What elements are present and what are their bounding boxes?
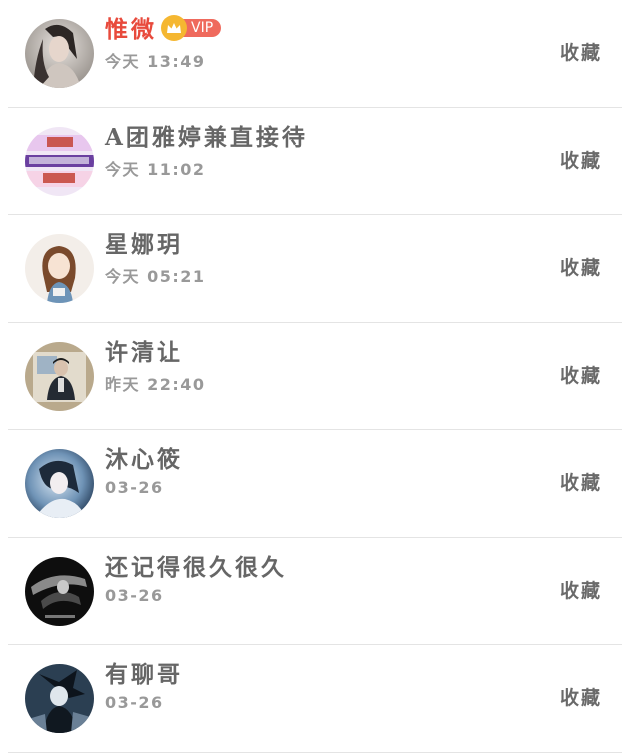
favorite-button[interactable]: 收藏	[560, 683, 602, 710]
contact-name: 许清让	[105, 338, 183, 366]
avatar[interactable]	[25, 341, 94, 411]
favorite-button[interactable]: 收藏	[560, 253, 602, 280]
avatar[interactable]	[25, 126, 94, 196]
avatar[interactable]	[25, 449, 94, 518]
message-time: 今天 05:21	[105, 267, 206, 286]
dreamy-girl-avatar	[25, 449, 94, 518]
favorite-button[interactable]: 收藏	[560, 576, 602, 603]
list-item[interactable]: 还记得很久很久 03-26 收藏	[8, 538, 622, 645]
list-item[interactable]: A团雅婷兼直接待 今天 11:02 收藏	[8, 108, 622, 215]
favorite-button[interactable]: 收藏	[560, 38, 602, 65]
avatar[interactable]	[25, 234, 94, 303]
contact-name: A团雅婷兼直接待	[105, 123, 308, 151]
message-time: 03-26	[105, 585, 164, 605]
message-time: 昨天 22:40	[105, 374, 206, 394]
favorite-button[interactable]: 收藏	[560, 361, 602, 388]
vip-badge: VIP	[161, 15, 222, 41]
list-item[interactable]: 沐心筱 03-26 收藏	[8, 430, 622, 538]
contact-name: 有聊哥	[105, 661, 183, 688]
woman-portrait-avatar	[25, 19, 94, 88]
recruitment-ad-avatar	[25, 126, 94, 196]
man-in-suit-avatar	[25, 341, 94, 411]
message-time: 03-26	[105, 693, 164, 712]
message-time: 03-26	[105, 478, 164, 497]
favorite-button[interactable]: 收藏	[560, 468, 602, 495]
list-item[interactable]: 星娜玥 今天 05:21 收藏	[8, 215, 622, 323]
anime-character-avatar	[25, 664, 94, 733]
contact-name: 沐心筱	[105, 446, 183, 473]
avatar[interactable]	[25, 19, 94, 88]
anime-girl-avatar	[25, 234, 94, 303]
contact-list: 惟微VIP 今天 13:49 收藏 A团雅婷兼直接待 今天 11:02 收藏	[0, 0, 640, 753]
list-item[interactable]: 惟微 VIP 今天 13:49 收藏	[8, 0, 622, 108]
avatar[interactable]	[25, 664, 94, 733]
message-time: 今天 13:49	[105, 52, 206, 71]
favorite-button[interactable]: 收藏	[560, 146, 602, 173]
dark-figure-avatar	[25, 556, 94, 626]
list-item[interactable]: 许清让 昨天 22:40 收藏	[8, 323, 622, 430]
list-item[interactable]: 有聊哥 03-26 收藏	[8, 645, 622, 753]
contact-name: 惟微 VIP	[105, 10, 222, 44]
contact-name: 还记得很久很久	[105, 553, 287, 581]
crown-icon	[161, 15, 187, 41]
message-time: 今天 11:02	[105, 159, 206, 179]
avatar[interactable]	[25, 556, 94, 626]
contact-name: 星娜玥	[105, 231, 183, 258]
